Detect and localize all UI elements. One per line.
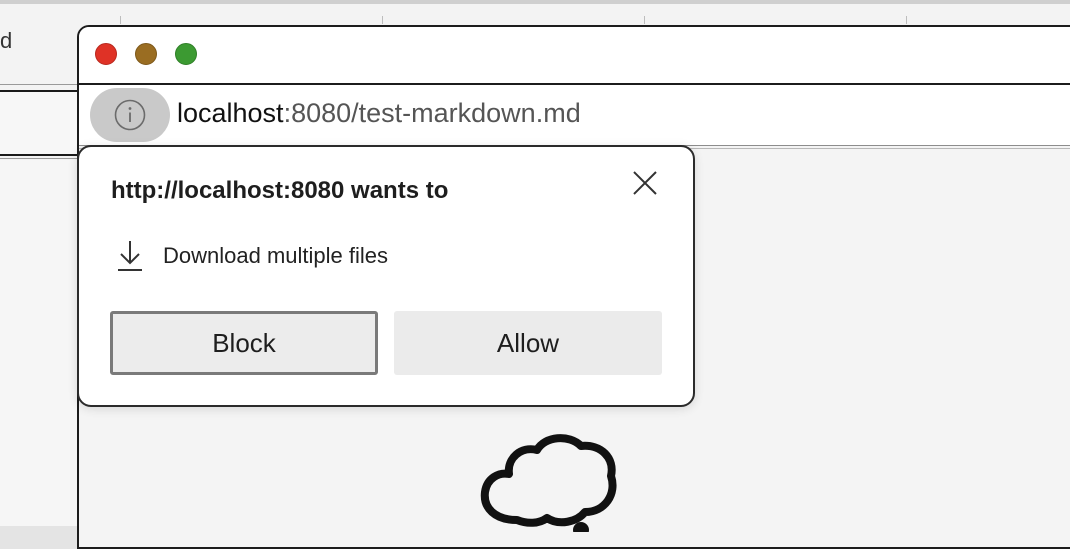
cloud-icon (480, 434, 617, 532)
url-host: localhost (177, 98, 284, 128)
background-window-title: d (0, 28, 13, 53)
download-icon (118, 241, 142, 271)
background-window-top-edge (0, 0, 1070, 4)
permission-popup: http://localhost:8080 wants to Download … (77, 145, 695, 407)
background-tab-separator (906, 16, 907, 24)
popup-title: http://localhost:8080 wants to (111, 177, 449, 204)
background-tab-separator (644, 16, 645, 24)
background-window-divider (0, 154, 80, 156)
block-button[interactable]: Block (110, 311, 378, 375)
window-zoom-button[interactable] (175, 43, 197, 65)
allow-button[interactable]: Allow (394, 311, 662, 375)
address-bar[interactable]: localhost:8080/test-markdown.md (79, 85, 1070, 149)
window-close-button[interactable] (95, 43, 117, 65)
background-window-content (0, 160, 80, 526)
permission-row: Download multiple files (115, 239, 388, 273)
background-window-divider (0, 84, 80, 85)
background-window-toolbar (0, 92, 80, 154)
url-path: :8080/test-markdown.md (283, 98, 581, 128)
window-titlebar (79, 27, 1070, 85)
url-text[interactable]: localhost:8080/test-markdown.md (177, 98, 581, 129)
permission-label: Download multiple files (163, 243, 388, 268)
popup-close-button[interactable] (627, 165, 663, 201)
window-minimize-button[interactable] (135, 43, 157, 65)
close-icon (633, 171, 657, 195)
site-info-button[interactable] (90, 88, 170, 142)
info-circle-icon (114, 99, 146, 131)
background-window-divider (0, 158, 80, 159)
background-tab-separator (120, 16, 121, 24)
background-tab-separator (382, 16, 383, 24)
